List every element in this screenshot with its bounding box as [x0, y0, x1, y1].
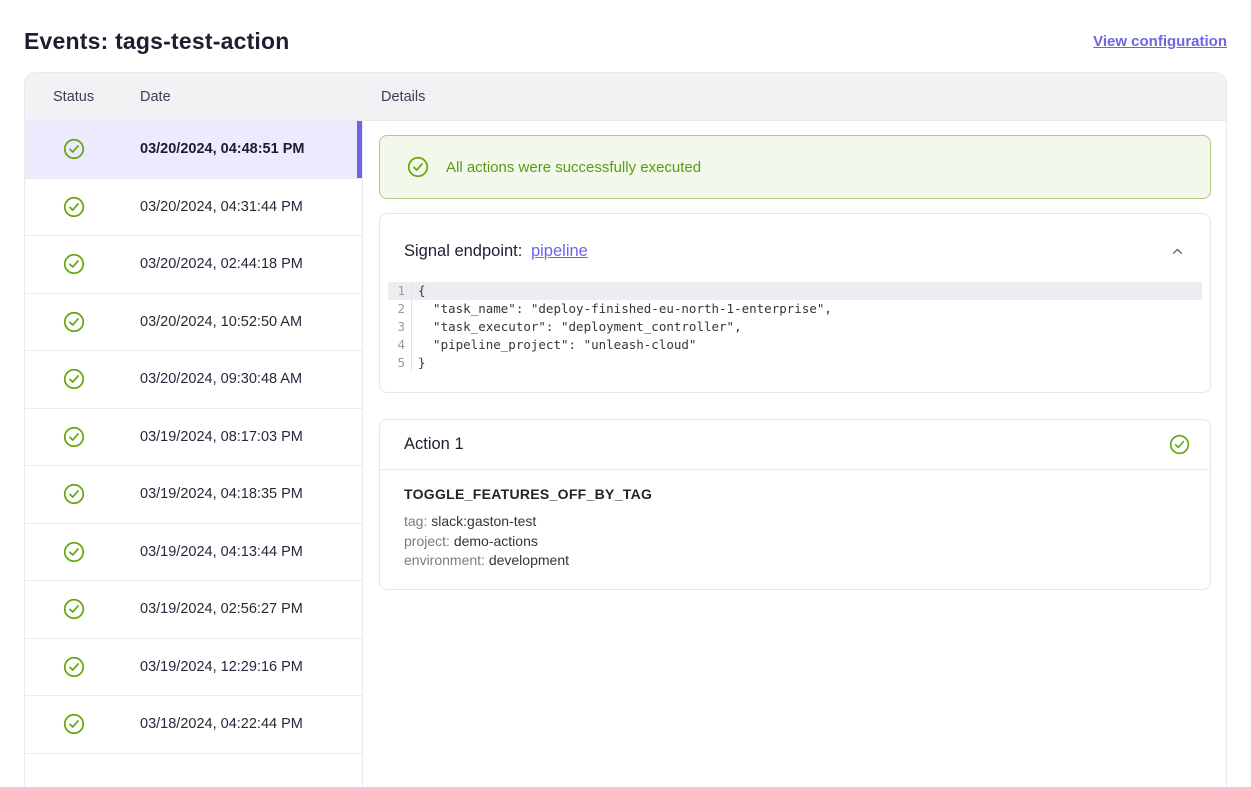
code-line: 5} — [388, 354, 1202, 372]
row-status-cell — [25, 656, 140, 678]
row-date: 03/20/2024, 02:44:18 PM — [140, 256, 303, 272]
event-row[interactable]: 03/19/2024, 08:17:03 PM — [25, 409, 362, 467]
row-date: 03/20/2024, 09:30:48 AM — [140, 371, 302, 387]
row-date: 03/20/2024, 04:48:51 PM — [140, 141, 304, 157]
success-check-icon — [63, 138, 85, 160]
code-line-number: 3 — [388, 318, 412, 336]
event-row[interactable]: 03/20/2024, 02:44:18 PM — [25, 236, 362, 294]
signal-endpoint-label-text: Signal endpoint: — [404, 242, 522, 260]
row-status-cell — [25, 598, 140, 620]
success-check-icon — [63, 713, 85, 735]
code-line-text: } — [412, 354, 426, 372]
signal-endpoint-link[interactable]: pipeline — [531, 242, 588, 260]
row-status-cell — [25, 368, 140, 390]
action-param: environment: development — [404, 551, 1186, 571]
code-line-text: "task_executor": "deployment_controller"… — [412, 318, 742, 336]
row-status-cell — [25, 196, 140, 218]
row-date: 03/20/2024, 10:52:50 AM — [140, 314, 302, 330]
code-line-text: { — [412, 282, 426, 300]
action-param-value: slack:gaston-test — [431, 513, 536, 529]
row-date: 03/19/2024, 04:13:44 PM — [140, 544, 303, 560]
row-date: 03/19/2024, 08:17:03 PM — [140, 429, 303, 445]
row-status-cell — [25, 253, 140, 275]
success-check-icon — [63, 311, 85, 333]
row-date: 03/19/2024, 12:29:16 PM — [140, 659, 303, 675]
action-param-label: environment: — [404, 552, 485, 568]
column-header-status: Status — [25, 89, 140, 105]
action-param-label: project: — [404, 533, 450, 549]
check-circle-icon — [407, 156, 429, 178]
page-header: Events: tags-test-action View configurat… — [0, 0, 1251, 56]
row-status-cell — [25, 713, 140, 735]
success-check-icon — [63, 483, 85, 505]
code-line: 4 "pipeline_project": "unleash-cloud" — [388, 336, 1202, 354]
event-details-pane: All actions were successfully executed S… — [363, 121, 1226, 787]
code-line-number: 1 — [388, 282, 412, 300]
code-line-text: "task_name": "deploy-finished-eu-north-1… — [412, 300, 832, 318]
event-row[interactable]: 03/19/2024, 12:29:16 PM — [25, 639, 362, 697]
code-line-number: 4 — [388, 336, 412, 354]
success-check-icon — [63, 253, 85, 275]
signal-payload-code: 1{2 "task_name": "deploy-finished-eu-nor… — [388, 282, 1202, 372]
event-row[interactable]: 03/20/2024, 10:52:50 AM — [25, 294, 362, 352]
table-body: 03/20/2024, 04:48:51 PM 03/20/2024, 04:31… — [25, 121, 1226, 787]
row-date: 03/18/2024, 04:22:44 PM — [140, 716, 303, 732]
action-type: TOGGLE_FEATURES_OFF_BY_TAG — [404, 486, 1186, 502]
action-header: Action 1 — [380, 420, 1210, 469]
signal-endpoint-panel: Signal endpoint: pipeline 1{2 "task_name… — [379, 213, 1211, 393]
column-header-details: Details — [364, 89, 1226, 105]
code-line-number: 5 — [388, 354, 412, 372]
event-row[interactable]: 03/20/2024, 04:48:51 PM — [25, 121, 362, 179]
code-line: 1{ — [388, 282, 1202, 300]
action-title: Action 1 — [404, 435, 464, 454]
row-status-cell — [25, 483, 140, 505]
events-list: 03/20/2024, 04:48:51 PM 03/20/2024, 04:31… — [25, 121, 363, 787]
row-status-cell — [25, 541, 140, 563]
signal-endpoint-label: Signal endpoint: pipeline — [404, 242, 588, 261]
event-row[interactable]: 03/19/2024, 04:13:44 PM — [25, 524, 362, 582]
chevron-up-icon — [1169, 243, 1186, 260]
event-row[interactable]: 03/18/2024, 04:22:44 PM — [25, 696, 362, 754]
view-configuration-link[interactable]: View configuration — [1093, 33, 1227, 50]
code-line-number: 2 — [388, 300, 412, 318]
row-date: 03/19/2024, 02:56:27 PM — [140, 601, 303, 617]
row-date: 03/20/2024, 04:31:44 PM — [140, 199, 303, 215]
row-status-cell — [25, 311, 140, 333]
code-line-text: "pipeline_project": "unleash-cloud" — [412, 336, 696, 354]
code-line: 3 "task_executor": "deployment_controlle… — [388, 318, 1202, 336]
success-check-icon — [63, 426, 85, 448]
action-param-value: development — [489, 552, 569, 568]
action-panel: Action 1 TOGGLE_FEATURES_OFF_BY_TAG tag:… — [379, 419, 1211, 590]
action-param: tag: slack:gaston-test — [404, 512, 1186, 532]
event-row[interactable]: 03/20/2024, 04:31:44 PM — [25, 179, 362, 237]
column-header-date: Date — [140, 89, 364, 105]
event-row[interactable]: 03/19/2024, 02:56:27 PM — [25, 581, 362, 639]
success-alert-text: All actions were successfully executed — [446, 159, 701, 176]
table-header: Status Date Details — [25, 73, 1226, 121]
check-circle-icon — [1169, 434, 1190, 455]
code-line: 2 "task_name": "deploy-finished-eu-north… — [388, 300, 1202, 318]
action-param-label: tag: — [404, 513, 427, 529]
event-row[interactable]: 03/20/2024, 09:30:48 AM — [25, 351, 362, 409]
success-check-icon — [63, 656, 85, 678]
success-check-icon — [63, 196, 85, 218]
signal-endpoint-header: Signal endpoint: pipeline — [380, 214, 1210, 280]
action-param: project: demo-actions — [404, 532, 1186, 552]
success-alert: All actions were successfully executed — [379, 135, 1211, 199]
action-params: tag: slack:gaston-testproject: demo-acti… — [404, 512, 1186, 571]
collapse-panel-button[interactable] — [1160, 234, 1194, 268]
success-check-icon — [63, 541, 85, 563]
success-check-icon — [63, 368, 85, 390]
page-title: Events: tags-test-action — [24, 28, 290, 55]
event-row[interactable]: 03/19/2024, 04:18:35 PM — [25, 466, 362, 524]
success-check-icon — [63, 598, 85, 620]
row-status-cell — [25, 138, 140, 160]
row-status-cell — [25, 426, 140, 448]
events-table: Status Date Details 03/20/2024, 04:48:51… — [24, 72, 1227, 787]
action-param-value: demo-actions — [454, 533, 538, 549]
action-body: TOGGLE_FEATURES_OFF_BY_TAG tag: slack:ga… — [380, 470, 1210, 589]
row-date: 03/19/2024, 04:18:35 PM — [140, 486, 303, 502]
